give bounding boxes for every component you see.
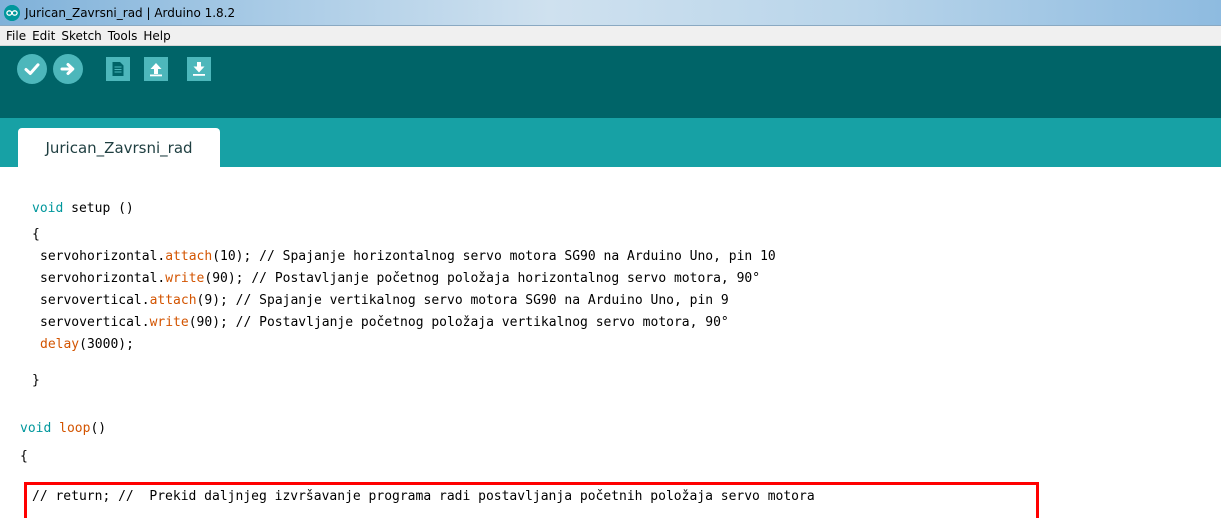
menu-edit[interactable]: Edit bbox=[29, 29, 58, 43]
function-name: write bbox=[149, 315, 189, 330]
code-line-9: void loop() bbox=[20, 420, 106, 438]
code-text: servohorizontal. bbox=[40, 249, 166, 264]
menu-bar: File Edit Sketch Tools Help bbox=[0, 26, 1221, 46]
keyword-void: void bbox=[32, 201, 64, 216]
code-line-2: { bbox=[32, 227, 40, 242]
menu-sketch[interactable]: Sketch bbox=[58, 29, 104, 43]
function-name: delay bbox=[40, 337, 80, 352]
toolbar bbox=[0, 46, 1221, 118]
menu-tools[interactable]: Tools bbox=[105, 29, 141, 43]
upload-button[interactable] bbox=[53, 54, 83, 84]
code-text: (90); // Postavljanje početnog položaja … bbox=[204, 271, 761, 286]
code-line-4: servohorizontal.write(90); // Postavljan… bbox=[40, 270, 760, 288]
code-text: (10); // Spajanje horizontalnog servo mo… bbox=[212, 249, 776, 264]
code-line-10: { bbox=[20, 449, 28, 464]
code-text: servovertical. bbox=[40, 293, 150, 308]
code-text: () bbox=[90, 421, 107, 436]
function-name: attach bbox=[165, 249, 213, 264]
code-line-11: // return; // Prekid daljnjeg izvršavanj… bbox=[32, 489, 815, 504]
arduino-logo-icon bbox=[4, 4, 20, 21]
code-text: (90); // Postavljanje početnog položaja … bbox=[188, 315, 729, 330]
check-icon bbox=[24, 63, 40, 75]
function-name: attach bbox=[149, 293, 197, 308]
new-file-icon bbox=[112, 62, 124, 76]
function-name: write bbox=[165, 271, 205, 286]
new-button[interactable] bbox=[106, 57, 130, 81]
code-editor[interactable] bbox=[0, 167, 1221, 518]
save-button[interactable] bbox=[187, 57, 211, 81]
window-title: Jurican_Zavrsni_rad | Arduino 1.8.2 bbox=[25, 5, 236, 20]
code-line-3: servohorizontal.attach(10); // Spajanje … bbox=[40, 248, 776, 266]
tab-sketch[interactable]: Jurican_Zavrsni_rad bbox=[18, 128, 220, 167]
code-line-8: } bbox=[32, 373, 40, 388]
arrow-up-icon bbox=[150, 63, 162, 77]
tab-label: Jurican_Zavrsni_rad bbox=[45, 138, 193, 157]
arrow-down-icon bbox=[193, 62, 205, 76]
keyword-void: void bbox=[20, 421, 52, 436]
tab-strip: Jurican_Zavrsni_rad bbox=[0, 118, 1221, 167]
verify-button[interactable] bbox=[17, 54, 47, 84]
code-line-1: void setup () bbox=[32, 200, 134, 218]
code-text: setup () bbox=[63, 201, 134, 216]
code-text: servovertical. bbox=[40, 315, 150, 330]
code-text: servohorizontal. bbox=[40, 271, 166, 286]
menu-help[interactable]: Help bbox=[140, 29, 173, 43]
code-text: (3000); bbox=[79, 337, 134, 352]
code-text: (9); // Spajanje vertikalnog servo motor… bbox=[196, 293, 729, 308]
function-name: loop bbox=[59, 421, 91, 436]
open-button[interactable] bbox=[144, 57, 168, 81]
window-titlebar: Jurican_Zavrsni_rad | Arduino 1.8.2 bbox=[0, 0, 1221, 26]
code-line-6: servovertical.write(90); // Postavljanje… bbox=[40, 314, 729, 332]
arrow-right-icon bbox=[60, 63, 75, 75]
menu-file[interactable]: File bbox=[3, 29, 29, 43]
code-line-7: delay(3000); bbox=[40, 336, 134, 354]
code-line-5: servovertical.attach(9); // Spajanje ver… bbox=[40, 292, 729, 310]
